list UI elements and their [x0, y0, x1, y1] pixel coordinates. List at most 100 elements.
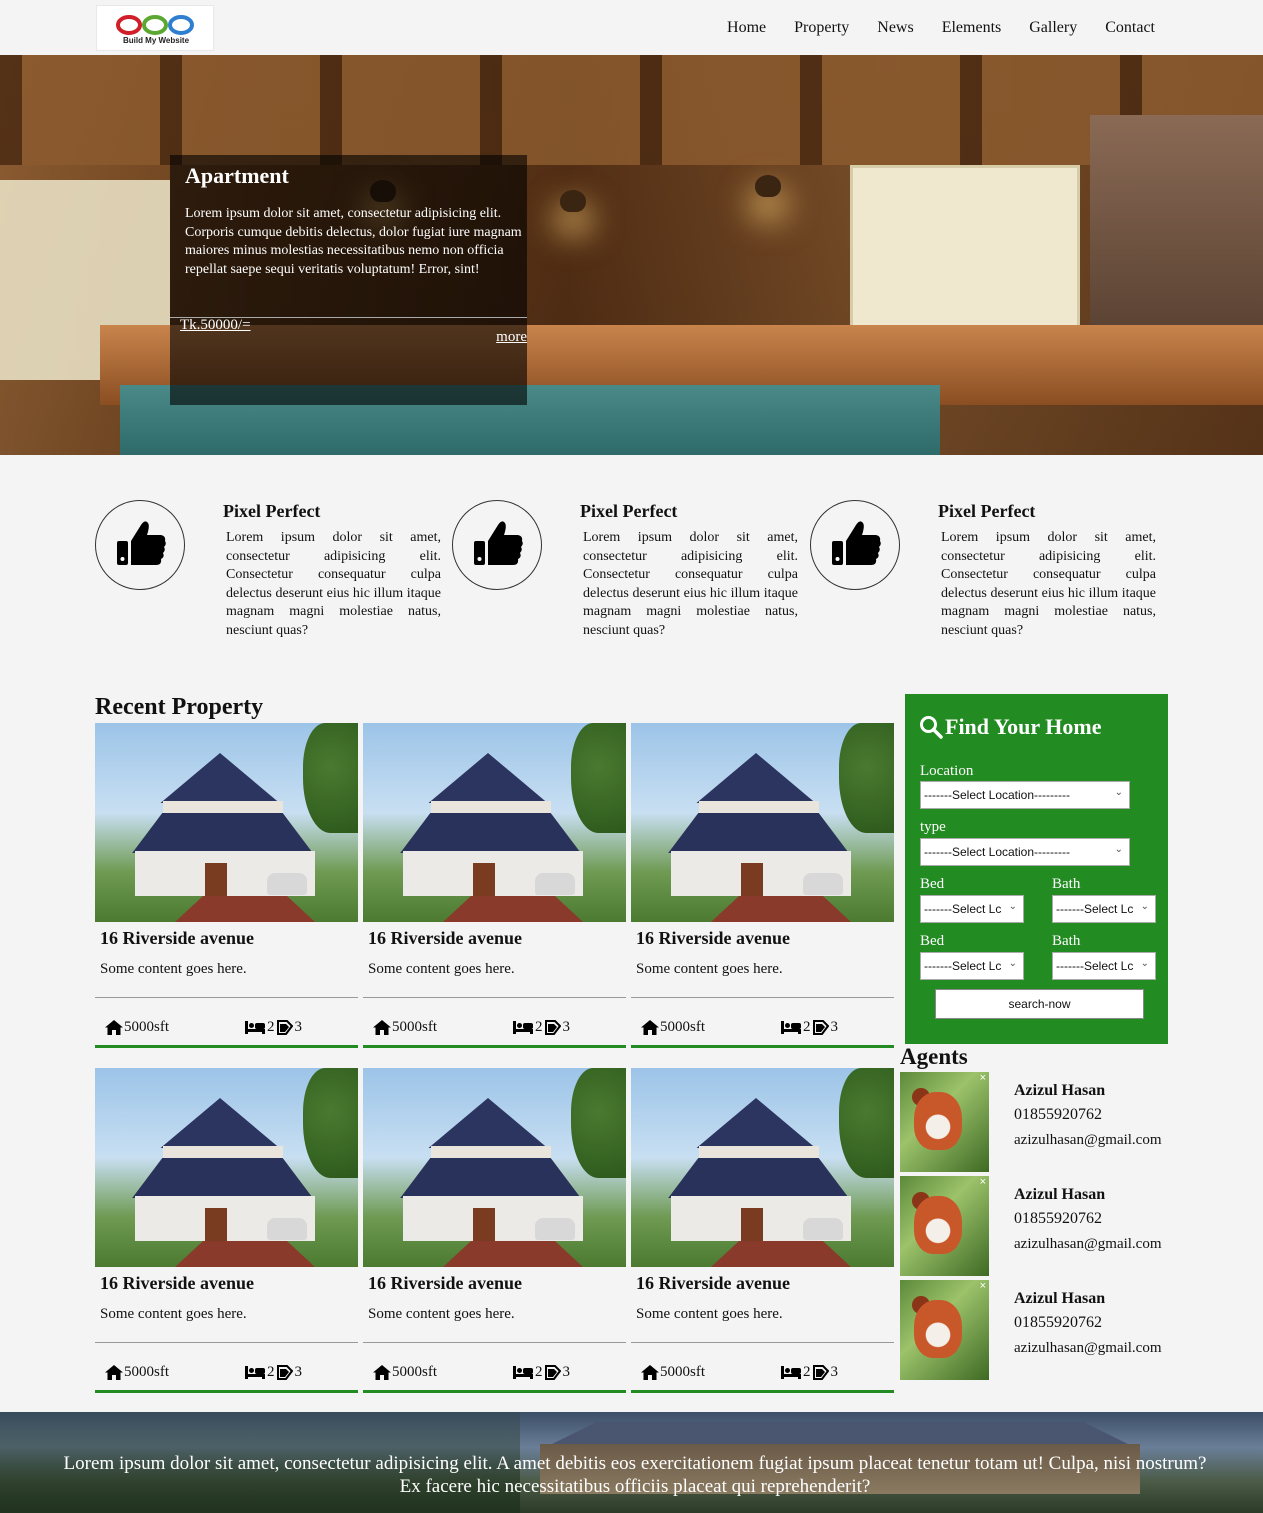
chevron-down-icon: ⌄: [1008, 958, 1017, 969]
agent-photo[interactable]: ×: [900, 1072, 989, 1172]
property-image[interactable]: [95, 1068, 358, 1267]
bed-icon: [245, 1021, 265, 1034]
property-image-car: [803, 873, 843, 895]
property-rooms: 23: [245, 1364, 302, 1381]
property-title[interactable]: 16 Riverside avenue: [636, 1273, 790, 1294]
property-image-path: [175, 1241, 315, 1267]
agent-email[interactable]: azizulhasan@gmail.com: [1014, 1132, 1162, 1149]
property-card[interactable]: 16 Riverside avenue Some content goes her…: [363, 1068, 626, 1393]
property-image-door: [473, 1208, 495, 1241]
find-home-panel: Find Your Home Location -------Select Lo…: [905, 694, 1168, 1044]
agent-phone: 01855920762: [1014, 1210, 1102, 1227]
property-title[interactable]: 16 Riverside avenue: [368, 928, 522, 949]
close-icon[interactable]: ×: [980, 1280, 986, 1292]
property-area-value: 5000sft: [392, 1364, 437, 1380]
type-select[interactable]: -------Select Location--------- ⌄: [920, 838, 1130, 866]
property-description: Some content goes here.: [368, 1306, 515, 1322]
agent-phone: 01855920762: [1014, 1106, 1102, 1123]
property-title[interactable]: 16 Riverside avenue: [636, 928, 790, 949]
property-image-door: [205, 1208, 227, 1241]
property-area-value: 5000sft: [392, 1019, 437, 1035]
bed-icon: [513, 1021, 533, 1034]
feature-item: Pixel Perfect Lorem ipsum dolor sit amet…: [452, 500, 802, 650]
property-title[interactable]: 16 Riverside avenue: [368, 1273, 522, 1294]
close-icon[interactable]: ×: [980, 1072, 986, 1084]
property-area-value: 5000sft: [124, 1019, 169, 1035]
property-title[interactable]: 16 Riverside avenue: [100, 928, 254, 949]
property-image[interactable]: [363, 723, 626, 922]
card-divider: [631, 997, 894, 998]
property-area: 5000sft: [641, 1364, 705, 1381]
property-card[interactable]: 16 Riverside avenue Some content goes her…: [631, 723, 894, 1048]
hero-price[interactable]: Tk.50000/=: [180, 317, 251, 334]
property-image[interactable]: [631, 1068, 894, 1267]
property-image[interactable]: [363, 1068, 626, 1267]
search-now-button[interactable]: search-now: [935, 989, 1144, 1019]
home-icon: [105, 1365, 123, 1380]
agent-name: Azizul Hasan: [1014, 1290, 1106, 1307]
bed-icon: [245, 1366, 265, 1379]
location-select-value: -------Select Location---------: [924, 788, 1070, 802]
nav-home[interactable]: Home: [727, 19, 766, 37]
hero-more-link[interactable]: more: [496, 329, 527, 346]
property-description: Some content goes here.: [636, 1306, 783, 1322]
property-image-roof: [160, 1098, 280, 1148]
chevron-down-icon: ⌄: [1140, 901, 1149, 912]
property-baths-value: 3: [294, 1364, 303, 1380]
pendant-light: [560, 190, 586, 212]
property-card[interactable]: 16 Riverside avenue Some content goes her…: [95, 1068, 358, 1393]
agent-photo[interactable]: ×: [900, 1176, 989, 1276]
nav-news[interactable]: News: [877, 19, 913, 37]
find-home-title-text: Find Your Home: [945, 714, 1102, 739]
property-image-roof: [428, 1098, 548, 1148]
property-rooms: 23: [513, 1364, 570, 1381]
card-divider: [95, 997, 358, 998]
close-icon[interactable]: ×: [980, 1176, 986, 1188]
bed-select-2[interactable]: -------Select Lc ⌄: [920, 952, 1024, 980]
property-description: Some content goes here.: [368, 961, 515, 977]
site-logo[interactable]: Build My Website: [96, 5, 214, 51]
thumbs-up-icon: [474, 521, 523, 565]
card-bottom-bar: [631, 1390, 894, 1393]
property-image-car: [267, 1218, 307, 1240]
nav-gallery[interactable]: Gallery: [1029, 19, 1077, 37]
property-description: Some content goes here.: [100, 1306, 247, 1322]
property-image-path: [711, 1241, 851, 1267]
property-rooms: 23: [781, 1019, 838, 1036]
agent-email[interactable]: azizulhasan@gmail.com: [1014, 1236, 1162, 1253]
agent-name: Azizul Hasan: [1014, 1082, 1106, 1099]
agent-email[interactable]: azizulhasan@gmail.com: [1014, 1340, 1162, 1357]
property-image-tree: [839, 1068, 894, 1178]
property-title[interactable]: 16 Riverside avenue: [100, 1273, 254, 1294]
property-image-car: [535, 1218, 575, 1240]
feature-icon-circle: [95, 500, 185, 590]
property-rooms: 23: [513, 1019, 570, 1036]
property-card[interactable]: 16 Riverside avenue Some content goes her…: [631, 1068, 894, 1393]
property-rooms: 23: [781, 1364, 838, 1381]
location-label: Location: [920, 763, 974, 779]
property-image[interactable]: [95, 723, 358, 922]
card-bottom-bar: [363, 1390, 626, 1393]
property-card[interactable]: 16 Riverside avenue Some content goes her…: [363, 723, 626, 1048]
property-area: 5000sft: [373, 1364, 437, 1381]
nav-contact[interactable]: Contact: [1105, 19, 1155, 37]
nav-property[interactable]: Property: [794, 19, 849, 37]
site-header: Build My Website Home Property News Elem…: [0, 0, 1263, 55]
feature-text: Lorem ipsum dolor sit amet, consectetur …: [941, 530, 1156, 638]
bed-select[interactable]: -------Select Lc ⌄: [920, 895, 1024, 923]
location-select[interactable]: -------Select Location--------- ⌄: [920, 781, 1130, 809]
property-image-roof: [400, 813, 581, 853]
card-divider: [363, 1342, 626, 1343]
property-image-car: [267, 873, 307, 895]
property-image[interactable]: [631, 723, 894, 922]
property-card[interactable]: 16 Riverside avenue Some content goes her…: [95, 723, 358, 1048]
bath-select[interactable]: -------Select Lc ⌄: [1052, 895, 1156, 923]
property-beds-value: 2: [267, 1019, 275, 1035]
nav-elements[interactable]: Elements: [942, 19, 1002, 37]
property-beds-value: 2: [267, 1364, 275, 1380]
bath-icon: [276, 1020, 293, 1035]
agent-photo[interactable]: ×: [900, 1280, 989, 1380]
bath-icon: [544, 1020, 561, 1035]
bath-select-2[interactable]: -------Select Lc ⌄: [1052, 952, 1156, 980]
feature-title: Pixel Perfect: [223, 501, 321, 521]
